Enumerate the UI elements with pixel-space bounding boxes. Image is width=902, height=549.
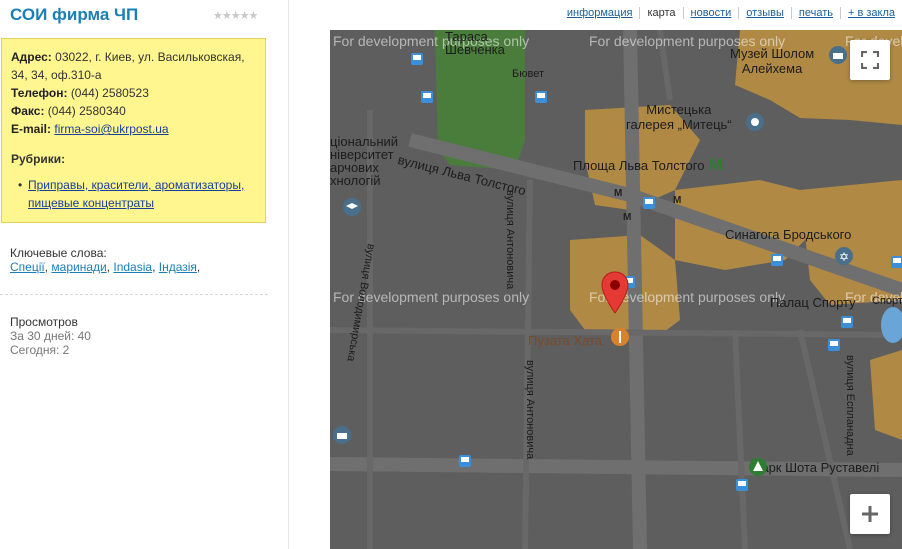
- map-label-university: ціональний ніверситет арчових хнологій: [330, 134, 399, 188]
- bullet-icon: •: [18, 178, 23, 192]
- bus-icon: [841, 316, 853, 328]
- rubrics-label: Рубрики:: [11, 152, 66, 166]
- museum-icon: [829, 46, 847, 64]
- map-label-sport-palace: Палац Спорту: [770, 295, 856, 310]
- svg-text:M: M: [709, 155, 723, 174]
- email-row: E-mail: firma-soi@ukrpost.ua: [11, 122, 169, 136]
- metro-icon: M: [673, 195, 681, 205]
- phone-value: (044) 2580523: [70, 86, 149, 100]
- keyword-link[interactable]: маринади: [51, 260, 106, 274]
- bus-icon: [459, 455, 471, 467]
- synagogue-icon: ✡: [835, 247, 853, 265]
- map-label-museum: Музей Шолом Алейхема: [730, 46, 815, 76]
- rubric-link[interactable]: Приправы, красители, ароматизаторы, пище…: [28, 178, 244, 210]
- views-today: Сегодня: 2: [10, 343, 70, 357]
- company-title: СОИ фирма ЧП: [10, 5, 139, 24]
- map-label-shevchenko: Тараса Шевченка: [445, 30, 505, 57]
- tab-info[interactable]: информация: [560, 7, 640, 19]
- map-label-puzata: Пузата Хата: [528, 333, 603, 348]
- map-label-esplanadna: вулиця Еспланадна: [844, 355, 856, 456]
- tab-reviews[interactable]: отзывы: [738, 7, 791, 19]
- location-marker-icon[interactable]: [600, 270, 630, 315]
- map-label-buvet: Бювет: [512, 68, 544, 80]
- views-stats: Просмотров За 30 дней: 40 Сегодня: 2: [10, 315, 91, 357]
- gallery-icon: [746, 113, 764, 131]
- address-row: Адрес: 03022, г. Киев, ул. Васильковская…: [11, 50, 245, 82]
- fullscreen-icon: [861, 51, 879, 69]
- tab-print[interactable]: печать: [790, 7, 840, 19]
- bus-icon: [771, 254, 783, 266]
- views-label: Просмотров: [10, 315, 78, 329]
- museum-icon: [333, 426, 351, 444]
- map-label-antonovycha: вулиця Антоновича: [524, 360, 536, 460]
- bus-icon: [891, 256, 902, 268]
- map-label-gallery: Мистецька галерея „Митець“: [626, 102, 732, 132]
- metro-icon: M: [623, 212, 631, 222]
- tab-bookmark[interactable]: + в закла: [839, 7, 902, 19]
- views-month: За 30 дней: 40: [10, 329, 91, 343]
- email-link[interactable]: firma-soi@ukrpost.ua: [54, 122, 168, 136]
- tab-bar: информация карта новости отзывы печать +…: [560, 7, 902, 19]
- tab-map[interactable]: карта: [639, 7, 682, 19]
- school-icon: [343, 198, 361, 216]
- divider: [0, 294, 268, 295]
- column-divider: [288, 0, 289, 549]
- bus-icon: [411, 53, 423, 65]
- restaurant-icon: [611, 328, 629, 346]
- keyword-link[interactable]: Indasia: [113, 260, 152, 274]
- keyword-link[interactable]: Індазія: [159, 260, 197, 274]
- contact-card: Адрес: 03022, г. Киев, ул. Васильковская…: [1, 38, 266, 223]
- keywords-label: Ключевые слова:: [10, 246, 107, 260]
- svg-text:M: M: [614, 188, 622, 198]
- map-view[interactable]: For development purposes only For develo…: [330, 30, 902, 549]
- zoom-in-button[interactable]: [850, 494, 890, 534]
- rubric-item: • Приправы, красители, ароматизаторы, пищ…: [11, 176, 256, 212]
- keywords-list: Спеції, маринади, Indasia, Індазія,: [10, 260, 201, 274]
- fax-row: Факс: (044) 2580340: [11, 104, 126, 118]
- map-label-synagogue: Синагога Бродського: [725, 227, 852, 242]
- fax-value: (044) 2580340: [47, 104, 126, 118]
- keyword-link[interactable]: Спеції: [10, 260, 45, 274]
- metro-icon: M: [709, 155, 723, 174]
- map-label-tolstoho-square: Площа Льва Толстого: [573, 158, 705, 173]
- svg-text:M: M: [623, 212, 631, 222]
- company-sidebar: СОИ фирма ЧП ★★★★★ Адрес: 03022, г. Киев…: [0, 0, 288, 549]
- bus-icon: [535, 91, 547, 103]
- svg-text:M: M: [673, 195, 681, 205]
- map-label-park: Парк Шота Руставелі: [752, 460, 880, 475]
- bus-icon: [421, 91, 433, 103]
- metro-icon: M: [614, 188, 622, 198]
- plus-icon: [862, 506, 878, 522]
- bus-icon: [736, 479, 748, 491]
- bus-icon: [828, 339, 840, 351]
- rating-stars[interactable]: ★★★★★: [213, 9, 258, 22]
- svg-text:✡: ✡: [839, 250, 849, 264]
- tab-news[interactable]: новости: [682, 7, 739, 19]
- bus-icon: [643, 197, 655, 209]
- park-icon: [749, 458, 767, 476]
- map-label-antonovycha: вулиця Антоновича: [504, 190, 516, 290]
- phone-row: Телефон: (044) 2580523: [11, 86, 149, 100]
- fullscreen-button[interactable]: [850, 40, 890, 80]
- map-label-sportyvna: Спортивна пл.: [872, 295, 902, 307]
